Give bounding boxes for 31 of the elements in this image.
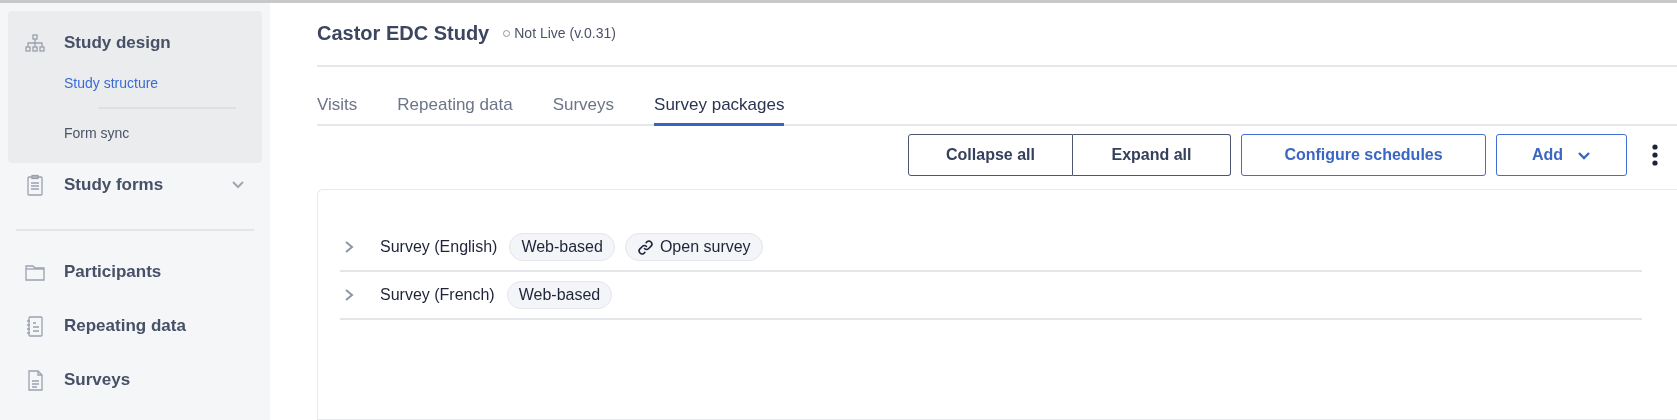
tab[interactable]: Surveys [552,94,615,126]
clipboard-icon [24,174,46,196]
toolbar-button[interactable]: Configure schedules [1241,134,1486,176]
nav-group[interactable]: Study forms [8,163,262,207]
tag: Web-based [506,281,613,309]
caret-icon [1577,150,1592,160]
nav-group[interactable]: Study design [8,21,262,65]
study-title: Castor EDC Study [317,21,490,45]
tag: Web-based [509,233,615,261]
hierarchy-icon [24,32,46,54]
nav-subitem[interactable]: Form sync [64,115,130,151]
chevron-right-icon[interactable] [344,241,354,253]
nav-item[interactable]: Surveys [8,353,262,407]
nav-subitem[interactable]: Study structure [64,65,159,101]
tab[interactable]: Survey packages [654,94,785,126]
nav-item[interactable]: Repeating data [8,299,262,353]
toolbar-button[interactable]: Collapse all [908,134,1073,176]
tab[interactable]: Repeating data [397,94,513,126]
notebook-icon [24,315,46,337]
package-name: Survey (French) [380,286,495,304]
chevron-right-icon[interactable] [344,289,354,301]
chevron-down-icon[interactable] [230,180,246,190]
toolbar-button[interactable]: Expand all [1073,134,1231,176]
link-icon [636,238,654,256]
dropdown-button[interactable]: Add [1496,134,1627,176]
tab[interactable]: Visits [317,94,358,126]
more-icon[interactable] [1651,144,1659,166]
nav-item[interactable]: Participants [8,245,262,299]
open-survey-link[interactable]: Open survey [624,233,763,261]
package-name: Survey (English) [380,238,498,256]
status-label: Not Live (v.0.31) [514,25,616,41]
